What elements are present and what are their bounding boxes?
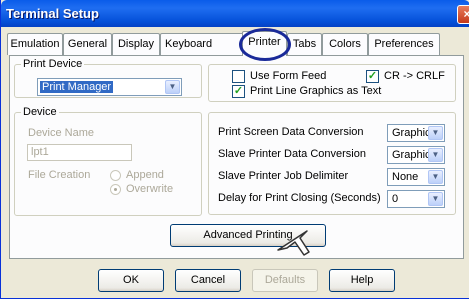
window-title: Terminal Setup — [6, 6, 99, 21]
overwrite-radio[interactable] — [110, 184, 121, 195]
use-form-feed-label: Use Form Feed — [250, 70, 327, 82]
job-delimiter-label: Slave Printer Job Delimiter — [218, 170, 349, 182]
file-creation-label: File Creation — [28, 169, 91, 181]
device-name-field[interactable]: lpt1 — [27, 144, 132, 161]
slave-printer-conversion-select[interactable]: Graphic ▼ — [387, 146, 445, 164]
device-legend: Device — [23, 106, 57, 118]
line-graphics-label: Print Line Graphics as Text — [250, 85, 382, 97]
job-delimiter-select[interactable]: None ▼ — [387, 168, 445, 186]
tab-tabs[interactable]: Tabs — [287, 33, 322, 55]
append-radio[interactable] — [110, 170, 121, 181]
terminal-setup-dialog: Terminal Setup × Emulation General Displ… — [0, 0, 469, 299]
print-screen-conversion-label: Print Screen Data Conversion — [218, 126, 364, 138]
chevron-down-icon: ▼ — [428, 170, 443, 184]
print-device-legend: Print Device — [23, 58, 83, 70]
chevron-down-icon: ▼ — [428, 126, 443, 140]
job-delimiter-value: None — [392, 171, 419, 183]
slave-printer-conversion-value: Graphic — [392, 149, 431, 161]
cr-crlf-label: CR -> CRLF — [384, 70, 445, 82]
print-device-select[interactable]: Print Manager ▼ — [37, 78, 182, 96]
title-bar: Terminal Setup × — [1, 0, 469, 27]
device-name-label: Device Name — [28, 127, 95, 139]
line-graphics-checkbox[interactable]: ✓ — [232, 85, 245, 98]
tab-keyboard[interactable]: Keyboard — [160, 33, 248, 55]
print-screen-conversion-value: Graphic — [392, 127, 431, 139]
tab-preferences[interactable]: Preferences — [368, 33, 440, 55]
ok-button[interactable]: OK — [98, 269, 164, 292]
use-form-feed-checkbox[interactable] — [232, 70, 245, 83]
print-closing-delay-select[interactable]: 0 ▼ — [387, 190, 445, 208]
cr-crlf-checkbox[interactable]: ✓ — [366, 70, 379, 83]
tab-general[interactable]: General — [63, 33, 112, 55]
append-label: Append — [126, 169, 164, 181]
slave-printer-conversion-label: Slave Printer Data Conversion — [218, 148, 366, 160]
mouse-pointer-icon — [277, 230, 310, 256]
chevron-down-icon: ▼ — [428, 192, 443, 206]
print-closing-delay-value: 0 — [392, 193, 399, 205]
tab-colors[interactable]: Colors — [322, 33, 368, 55]
chevron-down-icon: ▼ — [428, 148, 443, 162]
print-screen-conversion-select[interactable]: Graphic ▼ — [387, 124, 445, 142]
tab-emulation[interactable]: Emulation — [7, 33, 63, 55]
print-device-value: Print Manager — [40, 81, 114, 93]
defaults-button[interactable]: Defaults — [252, 269, 318, 292]
printer-tab-panel: Print Device Print Manager ▼ Use Form Fe… — [9, 55, 464, 259]
overwrite-label: Overwrite — [126, 183, 174, 195]
chevron-down-icon: ▼ — [165, 80, 180, 94]
cancel-button[interactable]: Cancel — [175, 269, 241, 292]
tab-printer[interactable]: Printer — [242, 31, 287, 56]
tab-display[interactable]: Display — [112, 33, 160, 55]
help-button[interactable]: Help — [329, 269, 395, 292]
close-icon[interactable]: × — [457, 5, 469, 24]
device-group: Device — [14, 106, 202, 216]
print-closing-delay-label: Delay for Print Closing (Seconds) — [218, 192, 381, 204]
